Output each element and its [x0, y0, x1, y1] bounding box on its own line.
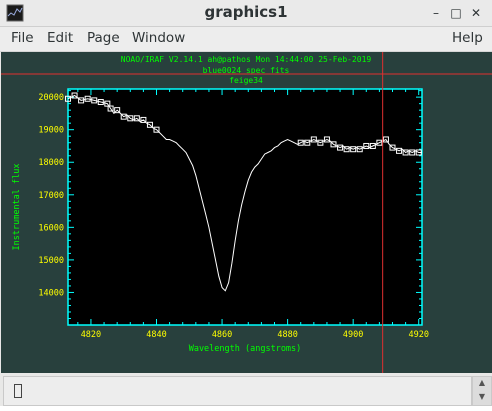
x-tick-label: 4880 [277, 330, 297, 340]
menu-edit[interactable]: Edit [47, 30, 73, 46]
menu-bar: File Edit Page Window Help [0, 27, 492, 52]
plot-header-line1: NOAO/IRAF V2.14.1 ah@pathos Mon 14:44:00… [121, 55, 372, 64]
maximize-button[interactable]: □ [448, 5, 464, 21]
x-tick-label: 4840 [146, 330, 166, 340]
minimize-button[interactable]: – [428, 5, 444, 21]
y-tick-label: 17000 [38, 191, 64, 201]
x-tick-label: 4860 [212, 330, 232, 340]
y-tick-label: 15000 [38, 256, 64, 266]
window-title: graphics1 [204, 3, 288, 21]
y-tick-label: 20000 [38, 93, 64, 103]
y-tick-label: 18000 [38, 158, 64, 168]
y-tick-label: 14000 [38, 288, 64, 298]
x-tick-label: 4900 [343, 330, 363, 340]
close-button[interactable]: ✕ [468, 5, 484, 21]
scroll-down-icon[interactable]: ▼ [476, 392, 488, 401]
status-scrollbar[interactable]: ▲ ▼ [472, 376, 492, 406]
y-axis-label: Instrumental flux [12, 164, 22, 251]
graphics-canvas[interactable]: NOAO/IRAF V2.14.1 ah@pathos Mon 14:44:00… [1, 52, 492, 373]
plot-header-line3: feige34 [229, 76, 263, 85]
menu-page[interactable]: Page [87, 30, 120, 46]
y-tick-label: 19000 [38, 126, 64, 136]
status-area: ▲ ▼ [0, 373, 492, 406]
y-tick-label: 16000 [38, 223, 64, 233]
menu-window[interactable]: Window [132, 30, 185, 46]
graphics-window: graphics1 – □ ✕ File Edit Page Window He… [0, 0, 492, 406]
menu-help[interactable]: Help [452, 30, 483, 46]
plot-frame [67, 88, 423, 326]
footer-strip [0, 406, 492, 411]
spectrum-plot[interactable]: NOAO/IRAF V2.14.1 ah@pathos Mon 14:44:00… [1, 52, 492, 373]
menu-file[interactable]: File [11, 30, 34, 46]
status-text-field[interactable] [3, 376, 472, 406]
x-axis-label: Wavelength (angstroms) [189, 344, 302, 354]
title-bar[interactable]: graphics1 – □ ✕ [0, 0, 492, 27]
x-tick-label: 4820 [81, 330, 101, 340]
scroll-up-icon[interactable]: ▲ [476, 378, 488, 387]
x-tick-label: 4920 [408, 330, 428, 340]
text-cursor-icon [14, 384, 22, 398]
